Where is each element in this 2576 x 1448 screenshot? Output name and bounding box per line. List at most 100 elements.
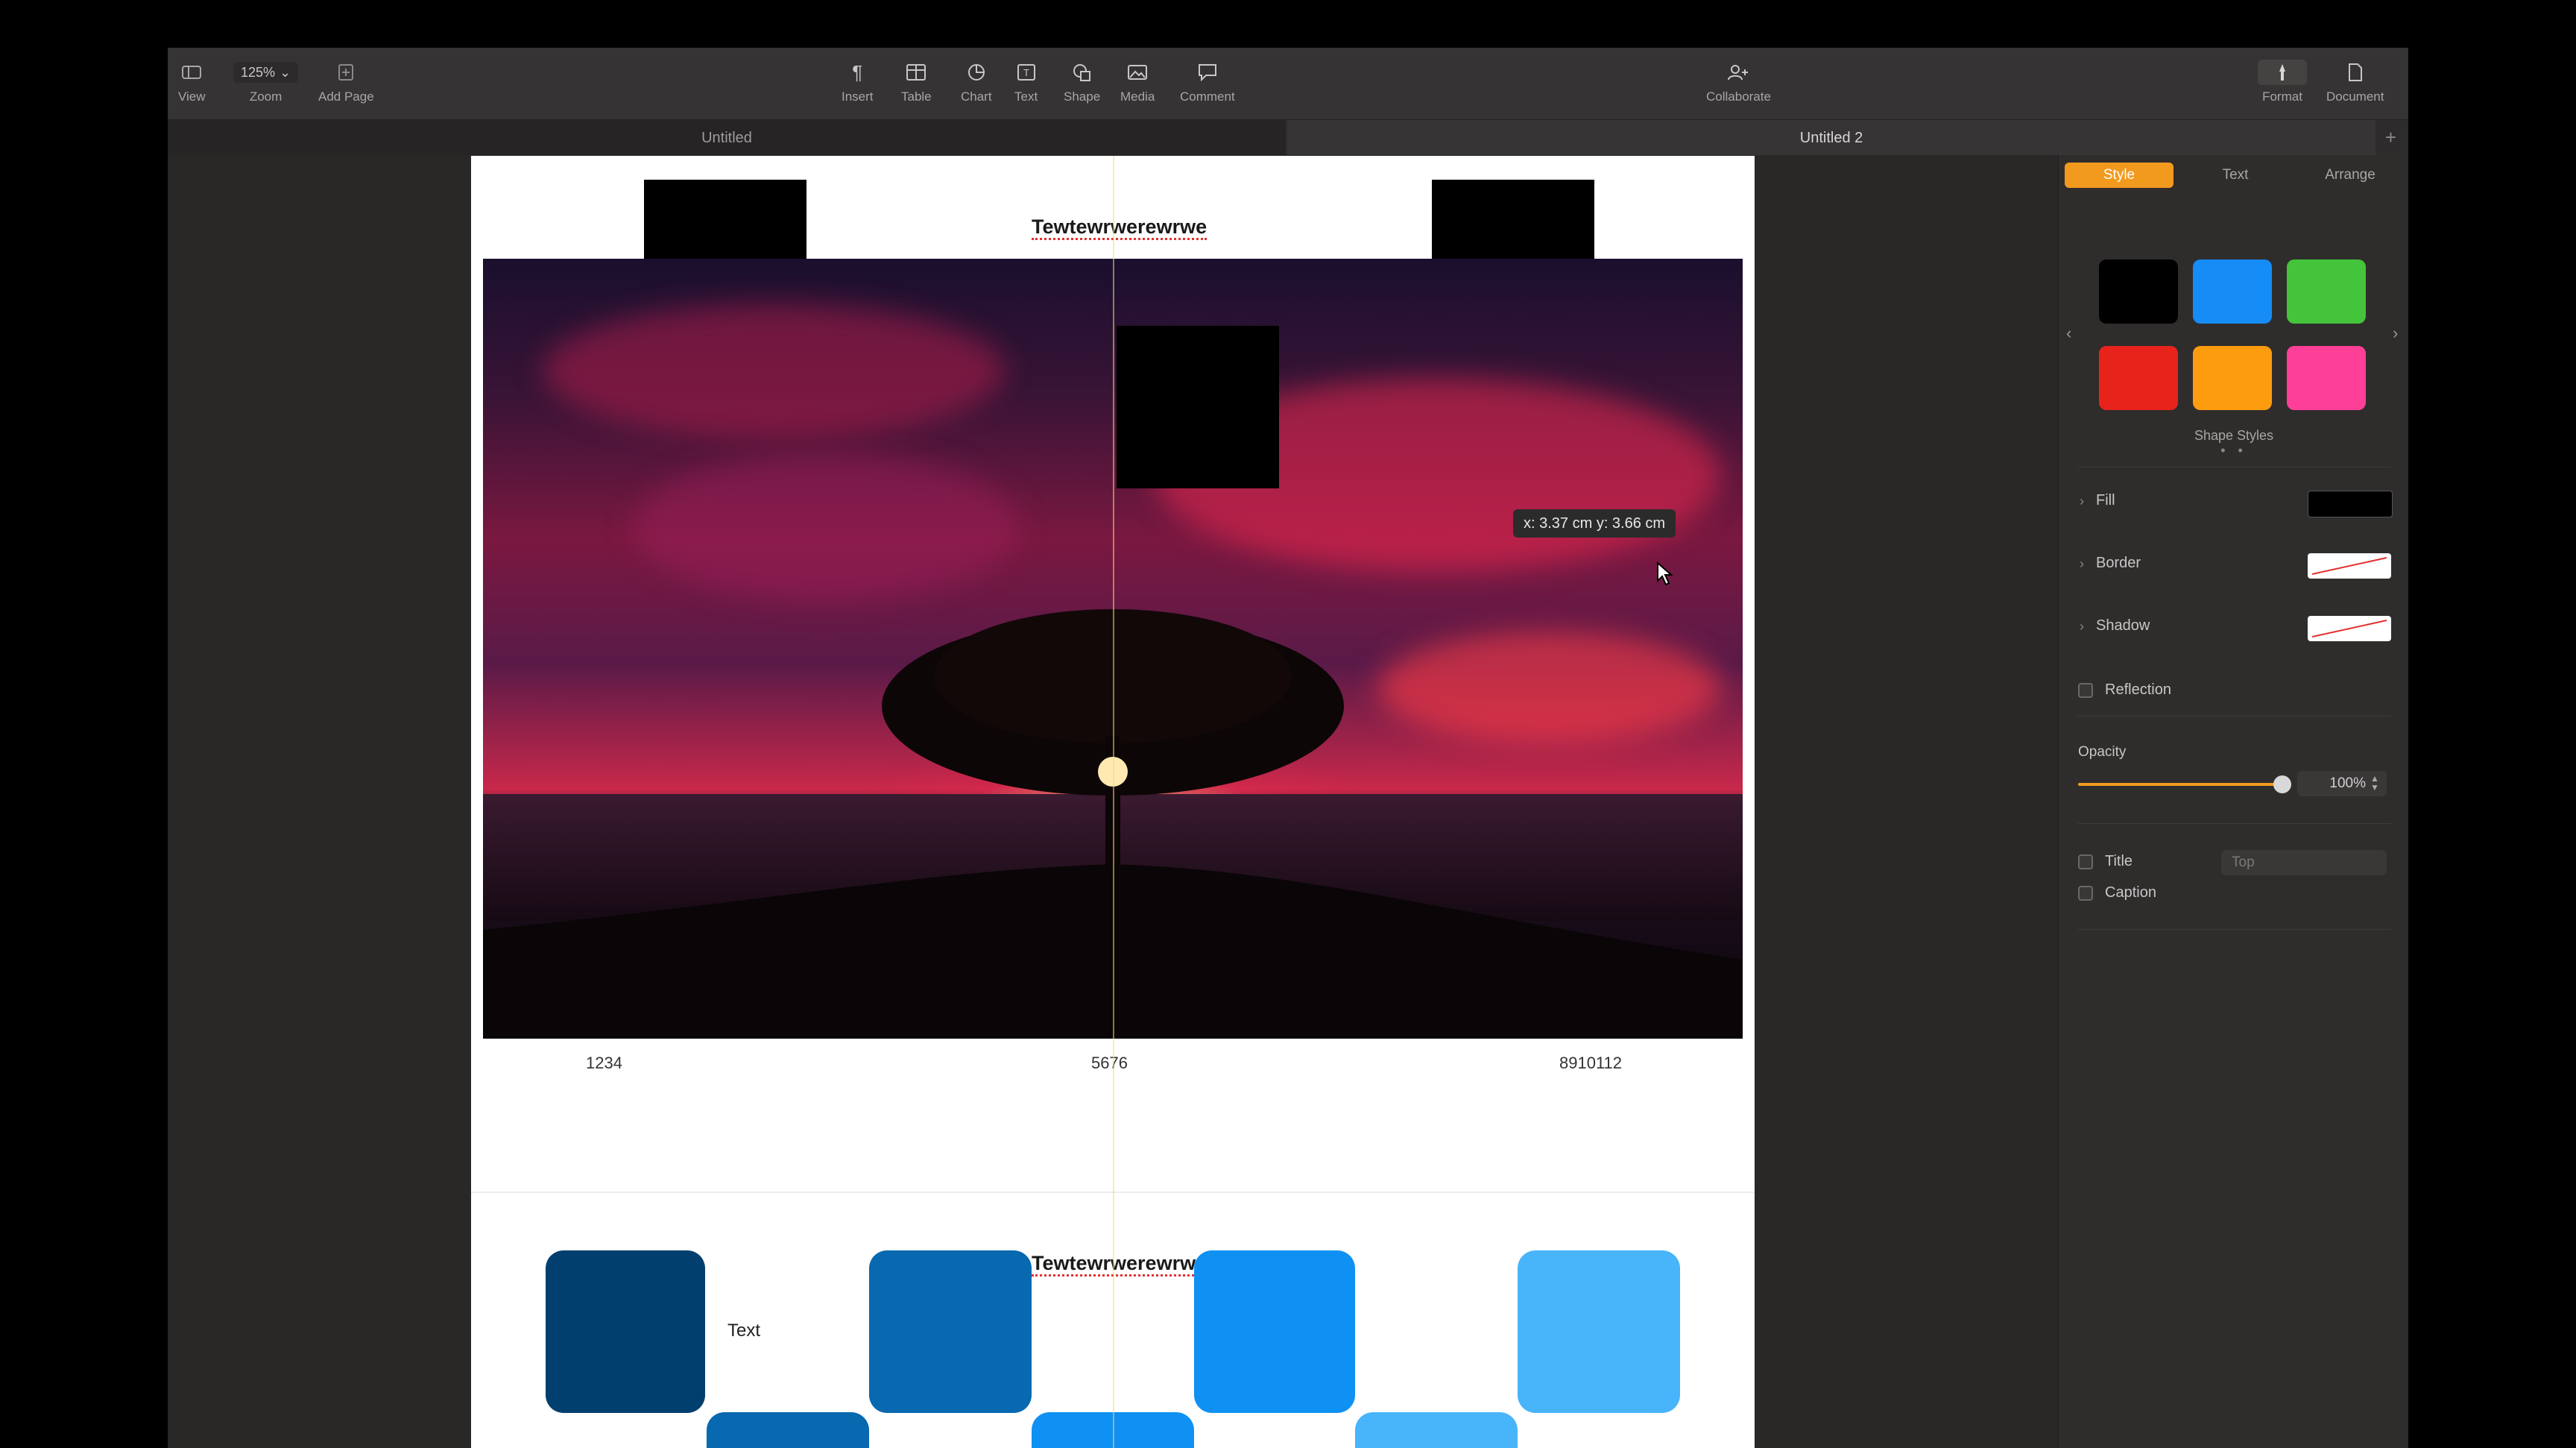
view-button[interactable]: View: [178, 60, 206, 104]
fill-color-well[interactable]: [2308, 491, 2393, 517]
tab-arrange[interactable]: Arrange: [2296, 163, 2405, 188]
divider: [2078, 823, 2391, 824]
number-text[interactable]: 8910112: [1559, 1054, 1622, 1073]
zoom-label: Zoom: [249, 89, 282, 104]
toolbar: View 125% ⌄ Zoom Add Page ¶ Insert Table…: [168, 48, 2408, 119]
format-button[interactable]: Format: [2258, 60, 2307, 104]
blue-tile-shape[interactable]: [1518, 1250, 1680, 1413]
svg-text:T: T: [1023, 67, 1029, 78]
collaborate-button[interactable]: Collaborate: [1706, 60, 1771, 104]
text-box-icon: T: [1017, 60, 1036, 85]
opacity-slider-knob[interactable]: [2273, 775, 2291, 793]
blue-tile-shape[interactable]: [546, 1250, 705, 1413]
format-brush-icon: [2258, 60, 2307, 85]
collaborate-icon: [1727, 60, 1749, 85]
text-label: Text: [1014, 89, 1038, 104]
caption-label: Caption: [2105, 884, 2156, 901]
add-page-icon: [338, 60, 354, 85]
opacity-stepper[interactable]: ▲ ▼: [2370, 774, 2379, 792]
document-label: Document: [2326, 89, 2384, 104]
document-canvas[interactable]: Tewtewrwerewrwe x: 3.37 cm y: 3.66 cm 12…: [168, 155, 2058, 1448]
shape-style-swatch[interactable]: [2287, 259, 2366, 324]
comment-label: Comment: [1180, 89, 1235, 104]
format-label: Format: [2262, 89, 2302, 104]
fill-label[interactable]: Fill: [2096, 492, 2115, 509]
caption-checkbox[interactable]: [2078, 886, 2093, 901]
sidebar-icon: [182, 60, 202, 85]
selected-black-square-shape[interactable]: [1117, 326, 1279, 488]
table-icon: [906, 60, 926, 85]
shadow-label[interactable]: Shadow: [2096, 617, 2150, 635]
divider: [2078, 929, 2391, 930]
shadow-well[interactable]: [2308, 616, 2391, 641]
chevron-right-icon[interactable]: ›: [2080, 494, 2084, 509]
media-label: Media: [1120, 89, 1155, 104]
reflection-checkbox[interactable]: [2078, 683, 2093, 698]
shape-label: Shape: [1064, 89, 1101, 104]
tab-bar: Untitled Untitled 2 +: [168, 119, 2408, 156]
chevron-right-icon[interactable]: ›: [2080, 556, 2084, 572]
shape-styles-label: Shape Styles: [2194, 428, 2274, 443]
shape-style-swatch[interactable]: [2099, 259, 2178, 324]
add-page-button[interactable]: Add Page: [318, 60, 374, 104]
tab-untitled[interactable]: Untitled: [168, 120, 1286, 156]
chart-button[interactable]: Chart: [961, 60, 992, 104]
border-label[interactable]: Border: [2096, 555, 2141, 572]
shape-style-swatch[interactable]: [2099, 346, 2178, 410]
opacity-slider-track[interactable]: [2078, 783, 2281, 786]
table-button[interactable]: Table: [901, 60, 932, 104]
tab-style[interactable]: Style: [2065, 163, 2174, 188]
chevron-down-icon: ⌄: [280, 64, 291, 80]
title-checkbox[interactable]: [2078, 854, 2093, 869]
border-well[interactable]: [2308, 553, 2391, 579]
insert-button[interactable]: ¶ Insert: [842, 60, 874, 104]
page-heading[interactable]: Tewtewrwerewrwe: [1032, 215, 1208, 240]
shape-style-swatch[interactable]: [2287, 346, 2366, 410]
shape-button[interactable]: Shape: [1064, 60, 1100, 104]
zoom-select[interactable]: 125% ⌄: [233, 62, 299, 83]
blue-tile-shape[interactable]: [707, 1412, 869, 1448]
chevron-left-icon[interactable]: ‹: [2066, 324, 2071, 343]
tab-untitled-2[interactable]: Untitled 2: [1287, 120, 2375, 156]
pages-window: View 125% ⌄ Zoom Add Page ¶ Insert Table…: [168, 48, 2408, 1448]
shape-style-swatch[interactable]: [2193, 346, 2272, 410]
insert-label: Insert: [842, 89, 874, 104]
add-tab-icon[interactable]: +: [2385, 126, 2396, 149]
document-page[interactable]: Tewtewrwerewrwe x: 3.37 cm y: 3.66 cm 12…: [471, 156, 1755, 1448]
view-label: View: [178, 89, 206, 104]
shape-style-swatch[interactable]: [2193, 259, 2272, 324]
divider: [2078, 716, 2391, 717]
page-heading[interactable]: Tewtewrwerewrwe: [1032, 1252, 1208, 1277]
blue-tile-shape[interactable]: [869, 1250, 1032, 1413]
tile-text[interactable]: Text: [727, 1320, 760, 1341]
chart-label: Chart: [961, 89, 992, 104]
number-text[interactable]: 5676: [1091, 1054, 1128, 1073]
shape-icon: [1072, 60, 1093, 85]
format-sidebar: Style Text Arrange ‹ › Shape Styles • • …: [2058, 155, 2408, 1448]
none-slash-icon: [2311, 620, 2387, 638]
add-page-label: Add Page: [318, 89, 374, 104]
divider: [2078, 467, 2391, 468]
blue-tile-shape[interactable]: [1355, 1412, 1518, 1448]
tab-text[interactable]: Text: [2181, 163, 2290, 188]
document-icon: [2347, 60, 2364, 85]
title-label: Title: [2105, 853, 2133, 869]
text-button[interactable]: T Text: [1014, 60, 1038, 104]
media-button[interactable]: Media: [1120, 60, 1155, 104]
document-button[interactable]: Document: [2326, 60, 2384, 104]
comment-button[interactable]: Comment: [1180, 60, 1235, 104]
chart-icon: [967, 60, 986, 85]
reflection-label: Reflection: [2105, 681, 2171, 698]
zoom-control[interactable]: 125% ⌄ Zoom: [233, 60, 299, 104]
collaborate-label: Collaborate: [1706, 89, 1771, 104]
number-text[interactable]: 1234: [586, 1054, 622, 1073]
blue-tile-shape[interactable]: [1194, 1250, 1355, 1413]
page-dots-indicator[interactable]: • •: [2059, 443, 2408, 459]
media-icon: [1127, 60, 1148, 85]
chevron-right-icon[interactable]: ›: [2393, 324, 2398, 343]
title-position-select[interactable]: Top: [2221, 850, 2387, 875]
alignment-guide: [1113, 156, 1114, 1448]
position-tooltip: x: 3.37 cm y: 3.66 cm: [1513, 509, 1676, 538]
none-slash-icon: [2311, 557, 2387, 575]
chevron-right-icon[interactable]: ›: [2080, 619, 2084, 635]
